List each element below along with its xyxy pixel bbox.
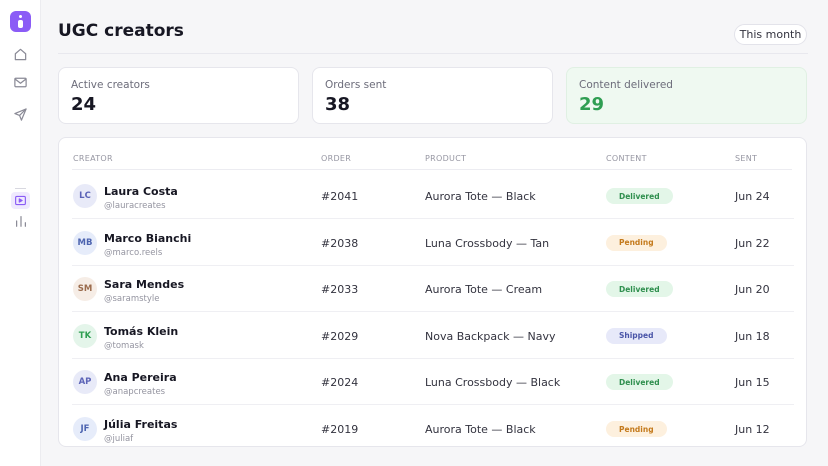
- stat-value: 29: [579, 94, 605, 115]
- status-badge: Shipped: [606, 327, 667, 344]
- header-divider: [58, 53, 808, 54]
- order-number[interactable]: #2019: [321, 423, 358, 436]
- status-badge: Delivered: [606, 281, 673, 298]
- bar-chart-icon[interactable]: [12, 212, 29, 229]
- table-row[interactable]: LC Laura Costa @lauracreates #2041 Aurora To…: [59, 173, 806, 219]
- mail-icon[interactable]: [12, 74, 29, 91]
- stat-label: Content delivered: [579, 79, 673, 91]
- column-header-sent[interactable]: SENT: [735, 154, 757, 163]
- creator-handle: @tomask: [104, 340, 144, 351]
- sent-date: Jun 12: [735, 423, 770, 436]
- creator-handle: @juliaf: [104, 434, 134, 444]
- column-header-order[interactable]: ORDER: [321, 154, 351, 163]
- video-icon[interactable]: [12, 192, 29, 209]
- send-icon[interactable]: [12, 106, 29, 123]
- column-header-creator[interactable]: CREATOR: [73, 154, 113, 163]
- sidebar-rail: [0, 0, 41, 466]
- avatar: MB: [73, 230, 97, 255]
- creator-handle: @anapcreates: [104, 387, 166, 398]
- product-name: Luna Crossbody — Black: [425, 376, 561, 390]
- sent-date: Jun 22: [735, 236, 770, 250]
- avatar: LC: [73, 184, 97, 208]
- creator-name[interactable]: Ana Pereira: [104, 371, 177, 384]
- avatar: TK: [73, 323, 97, 348]
- stat-card-orders-sent: Orders sent 38: [312, 67, 553, 124]
- creator-name[interactable]: Sara Mendes: [104, 278, 184, 291]
- stat-value: 24: [71, 94, 97, 115]
- product-name: Aurora Tote — Black: [425, 423, 536, 436]
- order-number[interactable]: #2024: [321, 376, 358, 389]
- table-row[interactable]: JF Júlia Freitas @juliaf #2019 Aurora Tote —…: [59, 406, 806, 446]
- period-filter-button[interactable]: This month: [734, 24, 807, 45]
- page-title: UGC creators: [58, 21, 184, 41]
- creator-handle: @marco.reels: [104, 247, 163, 258]
- stat-label: Orders sent: [325, 79, 387, 91]
- creators-table: CREATOR ORDER PRODUCT CONTENT SENT LC Lau…: [58, 137, 807, 447]
- table-header-divider: [72, 169, 792, 170]
- order-number[interactable]: #2041: [321, 190, 358, 203]
- table-row[interactable]: TK Tomás Klein @tomask #2029 Nova Backpack —…: [59, 313, 806, 359]
- creator-handle: @lauracreates: [104, 201, 166, 211]
- sent-date: Jun 24: [735, 190, 770, 203]
- avatar: AP: [73, 370, 97, 395]
- status-badge: Pending: [606, 234, 667, 251]
- product-name: Nova Backpack — Navy: [425, 329, 556, 343]
- table-row[interactable]: SM Sara Mendes @saramstyle #2033 Aurora Tote…: [59, 266, 806, 313]
- app-logo-icon[interactable]: [10, 11, 31, 32]
- creator-name[interactable]: Laura Costa: [104, 185, 178, 198]
- stat-label: Active creators: [71, 79, 150, 91]
- column-header-content[interactable]: CONTENT: [606, 154, 647, 163]
- stat-value: 38: [325, 94, 351, 115]
- creator-name[interactable]: Tomás Klein: [104, 325, 178, 338]
- creator-handle: @saramstyle: [104, 294, 160, 305]
- table-row[interactable]: MB Marco Bianchi @marco.reels #2038 Luna Cro…: [59, 220, 806, 266]
- stat-card-active-creators: Active creators 24: [58, 67, 299, 124]
- sent-date: Jun 15: [735, 376, 770, 390]
- rail-divider: [15, 188, 26, 189]
- order-number[interactable]: #2029: [321, 330, 358, 343]
- column-header-product[interactable]: PRODUCT: [425, 154, 466, 163]
- home-icon[interactable]: [12, 46, 29, 63]
- table-row[interactable]: AP Ana Pereira @anapcreates #2024 Luna Cross…: [59, 359, 806, 406]
- sent-date: Jun 20: [735, 283, 770, 297]
- product-name: Luna Crossbody — Tan: [425, 236, 550, 250]
- main-content: UGC creators This month Active creators …: [41, 0, 828, 466]
- status-badge: Delivered: [606, 188, 673, 204]
- product-name: Aurora Tote — Black: [425, 190, 536, 203]
- creator-name[interactable]: Júlia Freitas: [104, 418, 177, 431]
- avatar: JF: [73, 417, 97, 441]
- order-number[interactable]: #2038: [321, 237, 358, 250]
- product-name: Aurora Tote — Cream: [425, 283, 543, 297]
- creator-name[interactable]: Marco Bianchi: [104, 232, 191, 245]
- stat-card-content-delivered: Content delivered 29: [566, 67, 807, 124]
- status-badge: Pending: [606, 421, 667, 437]
- avatar: SM: [73, 277, 97, 302]
- status-badge: Delivered: [606, 374, 673, 391]
- order-number[interactable]: #2033: [321, 283, 358, 296]
- sent-date: Jun 18: [735, 329, 770, 343]
